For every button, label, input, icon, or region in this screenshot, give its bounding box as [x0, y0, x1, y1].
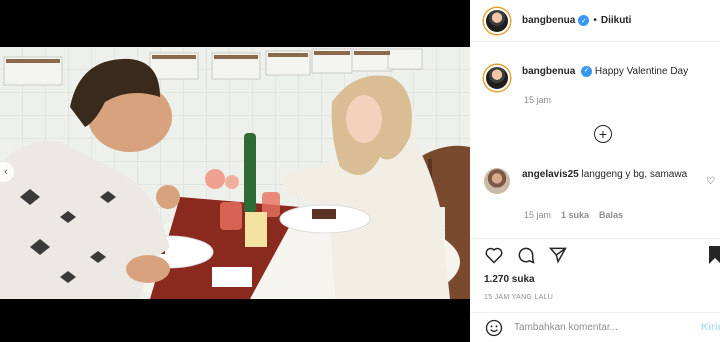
- comment-likes[interactable]: 1 suka: [561, 210, 589, 220]
- commenter-avatar[interactable]: [484, 168, 510, 194]
- posted-time[interactable]: 15 JAM YANG LALU: [484, 294, 553, 301]
- media-area: ‹: [0, 0, 470, 342]
- comment-input[interactable]: [514, 322, 704, 333]
- caption-timestamp[interactable]: 15 jam: [524, 95, 551, 105]
- share-icon[interactable]: [548, 245, 568, 265]
- reply-button[interactable]: Balas: [599, 210, 623, 220]
- author-avatar[interactable]: [484, 7, 510, 34]
- comment-meta: 15 jam 1 suka Balas: [524, 210, 623, 220]
- caption: bangbenua ✓ Happy Valentine Day: [522, 65, 688, 91]
- plus-circle-icon: +: [598, 126, 608, 142]
- caption-row: bangbenua ✓ Happy Valentine Day: [484, 65, 688, 91]
- separator-dot: •: [593, 15, 597, 26]
- commenter-username[interactable]: angelavis25: [522, 169, 579, 180]
- bookmark-icon[interactable]: [708, 245, 720, 265]
- comment-time[interactable]: 15 jam: [524, 210, 551, 220]
- post-modal: ‹ bangbenua ✓ • Diikuti bangbenua ✓ Happ…: [0, 0, 720, 342]
- post-comment-button[interactable]: Kirim: [701, 322, 720, 333]
- heart-icon[interactable]: [484, 245, 504, 265]
- post-header: bangbenua ✓ • Diikuti: [470, 0, 720, 42]
- chevron-left-icon: ‹: [4, 166, 8, 178]
- comment-text: langgeng y bg, samawa: [581, 169, 688, 180]
- verified-icon: ✓: [578, 15, 590, 26]
- post-image: [0, 47, 470, 299]
- caption-text: Happy Valentine Day: [594, 66, 689, 77]
- load-more-comments-button[interactable]: +: [594, 125, 612, 143]
- comment-item: angelavis25 langgeng y bg, samawa ♡: [484, 168, 720, 194]
- verified-icon: ✓: [581, 65, 593, 77]
- action-icons: [484, 245, 568, 265]
- follow-status-button[interactable]: Diikuti: [601, 15, 632, 26]
- post-photo[interactable]: [0, 47, 470, 299]
- likes-count[interactable]: 1.270 suka: [484, 274, 535, 285]
- smile-icon[interactable]: [484, 318, 504, 338]
- comments-section: bangbenua ✓ Happy Valentine Day 15 jam +…: [470, 43, 720, 238]
- add-comment-bar: Kirim: [470, 312, 720, 342]
- comment-like-icon[interactable]: ♡: [706, 176, 715, 187]
- comment-body: angelavis25 langgeng y bg, samawa: [522, 168, 702, 194]
- caption-username[interactable]: bangbenua: [522, 66, 575, 77]
- caption-avatar[interactable]: [484, 65, 510, 91]
- post-panel: bangbenua ✓ • Diikuti bangbenua ✓ Happy …: [470, 0, 720, 342]
- author-username[interactable]: bangbenua: [522, 15, 575, 26]
- comment-icon[interactable]: [516, 245, 536, 265]
